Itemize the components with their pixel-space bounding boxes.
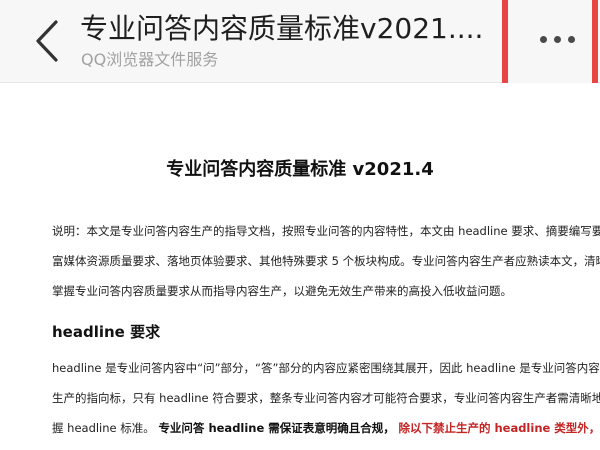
text-bold: 专业问答 headline 需保证表意明确且合规， [158,421,395,435]
intro-paragraph: 说明：本文是专业问答内容生产的指导文档，按照专业问答的内容特性，本文由 head… [52,224,600,314]
pdf-viewer-screen: 专业问答内容质量标准v2021.... QQ浏览器文件服务 1 专业问答内容质量… [0,0,600,450]
section-paragraph: headline 是专业问答内容中“问”部分，“答”部分的内容应紧密围绕其展开，… [52,361,600,450]
text-red-emphasis: 除以下禁止生产的 headline 类型外，其他 [398,421,600,435]
chevron-left-icon [36,20,58,62]
doc-heading: 专业问答内容质量标准 v2021.4 [166,159,434,180]
text-line: 富媒体资源质量要求、落地页体验要求、其他特殊要求 5 个板块构成。专业问答内容生… [52,254,600,268]
more-dot-icon [554,36,561,43]
more-dot-icon [540,36,547,43]
text-line: 生产的指向标，只有 headline 符合要求，整条专业问答内容才可能符合要求，… [52,391,600,405]
document-title: 专业问答内容质量标准v2021.... [80,12,484,45]
document-page: 专业问答内容质量标准 v2021.4 说明：本文是专业问答内容生产的指导文档，按… [0,83,600,450]
back-button[interactable] [30,18,66,64]
text-line: 说明：本文是专业问答内容生产的指导文档，按照专业问答的内容特性，本文由 head… [52,224,600,238]
app-subtitle: QQ浏览器文件服务 [81,50,219,69]
section-heading: headline 要求 [52,323,161,341]
text-line: headline 是专业问答内容中“问”部分，“答”部分的内容应紧密围绕其展开，… [52,361,600,375]
text-normal: 握 headline 标准。 [52,421,155,435]
more-options-button[interactable] [502,0,598,92]
text-line: 掌握专业问答内容质量要求从而指导内容生产，以避免无效生产带来的高投入低收益问题。 [52,284,512,298]
more-dot-icon [568,36,575,43]
text-line: 握 headline 标准。 专业问答 headline 需保证表意明确且合规，… [52,421,600,435]
